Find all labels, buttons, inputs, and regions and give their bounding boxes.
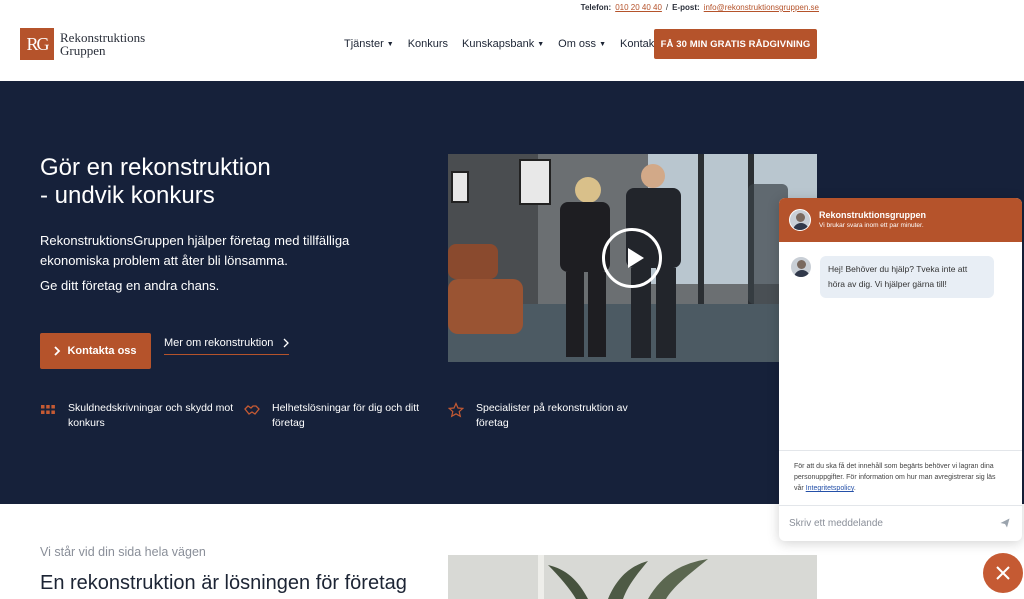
- feature-item: Specialister på rekonstruktion av företa…: [448, 401, 652, 431]
- chevron-right-icon: [54, 346, 61, 356]
- separator: /: [665, 3, 669, 12]
- send-icon[interactable]: [1000, 518, 1010, 528]
- avatar: [790, 256, 812, 278]
- hero-lead-secondary: Ge ditt företag en andra chans.: [40, 278, 220, 293]
- caret-down-icon: ▼: [599, 40, 606, 48]
- close-icon: [996, 566, 1010, 580]
- logo-line2: Gruppen: [60, 43, 106, 58]
- phone-link[interactable]: 010 20 40 40: [615, 3, 662, 12]
- section-kicker: Vi står vid din sida hela vägen: [40, 545, 206, 559]
- star-icon: [448, 402, 464, 418]
- feature-item: Skuldnedskrivningar och skydd mot konkur…: [40, 401, 244, 431]
- chat-title: Rekonstruktionsgruppen: [819, 210, 927, 220]
- hero-lead: RekonstruktionsGruppen hjälper företag m…: [40, 233, 350, 268]
- feature-list: Skuldnedskrivningar och skydd mot konkur…: [40, 401, 652, 431]
- nav-item-tjanster[interactable]: Tjänster ▼: [344, 38, 394, 50]
- handshake-icon: [244, 405, 260, 415]
- privacy-notice: För att du ska få det innehåll som begär…: [779, 450, 1022, 494]
- chat-widget: Rekonstruktionsgruppen Vi brukar svara i…: [779, 198, 1022, 541]
- email-link[interactable]: info@rekonstruktionsgruppen.se: [704, 3, 819, 12]
- chat-close-button[interactable]: [983, 553, 1023, 593]
- nav-item-kunskapsbank[interactable]: Kunskapsbank ▼: [462, 38, 544, 50]
- nav-item-kontakt[interactable]: Kontakt: [620, 38, 657, 50]
- logo-text: Rekonstruktions Gruppen: [60, 31, 145, 57]
- avatar: [789, 209, 811, 231]
- phone-label: Telefon:: [580, 3, 612, 12]
- caret-down-icon: ▼: [537, 40, 545, 48]
- privacy-policy-link[interactable]: Integritetspolicy: [806, 485, 854, 492]
- caret-down-icon: ▼: [386, 40, 394, 48]
- nav-item-om-oss[interactable]: Om oss ▼: [558, 38, 606, 50]
- grid-icon: [41, 405, 55, 414]
- hero-video[interactable]: [448, 154, 817, 362]
- hero-title: Gör en rekonstruktion - undvik konkurs: [40, 154, 271, 209]
- chat-message-input[interactable]: Skriv ett meddelande: [779, 505, 1022, 541]
- chevron-right-icon: [283, 338, 290, 348]
- chat-header: Rekonstruktionsgruppen Vi brukar svara i…: [779, 198, 1022, 242]
- section-image: [448, 555, 817, 599]
- section-title: En rekonstruktion är lösningen för föret…: [40, 572, 407, 594]
- plant-image: [448, 555, 817, 599]
- chat-subtitle: Vi brukar svara inom ett par minuter.: [819, 222, 924, 229]
- logo[interactable]: RG Rekonstruktions Gruppen: [20, 28, 145, 60]
- email-label: E-post:: [672, 3, 700, 12]
- chat-message: Hej! Behöver du hjälp? Tveka inte att hö…: [790, 256, 994, 298]
- nav-item-konkurs[interactable]: Konkurs: [408, 38, 448, 50]
- free-consultation-button[interactable]: FÅ 30 MIN GRATIS RÅDGIVNING: [654, 29, 817, 59]
- top-utility-bar: Telefon: 010 20 40 40 / E-post: info@rek…: [0, 0, 1024, 14]
- site-header: RG Rekonstruktions Gruppen Tjänster ▼ Kon…: [0, 14, 1024, 81]
- feature-item: Helhetslösningar för dig och ditt företa…: [244, 401, 448, 431]
- main-nav: Tjänster ▼ Konkurs Kunskapsbank ▼ Om oss ▼ …: [344, 38, 657, 50]
- contact-button[interactable]: Kontakta oss: [40, 333, 151, 369]
- logo-mark: RG: [20, 28, 54, 60]
- play-icon[interactable]: [602, 228, 662, 288]
- chat-bubble: Hej! Behöver du hjälp? Tveka inte att hö…: [820, 256, 994, 298]
- more-about-reconstruction-link[interactable]: Mer om rekonstruktion: [164, 337, 290, 355]
